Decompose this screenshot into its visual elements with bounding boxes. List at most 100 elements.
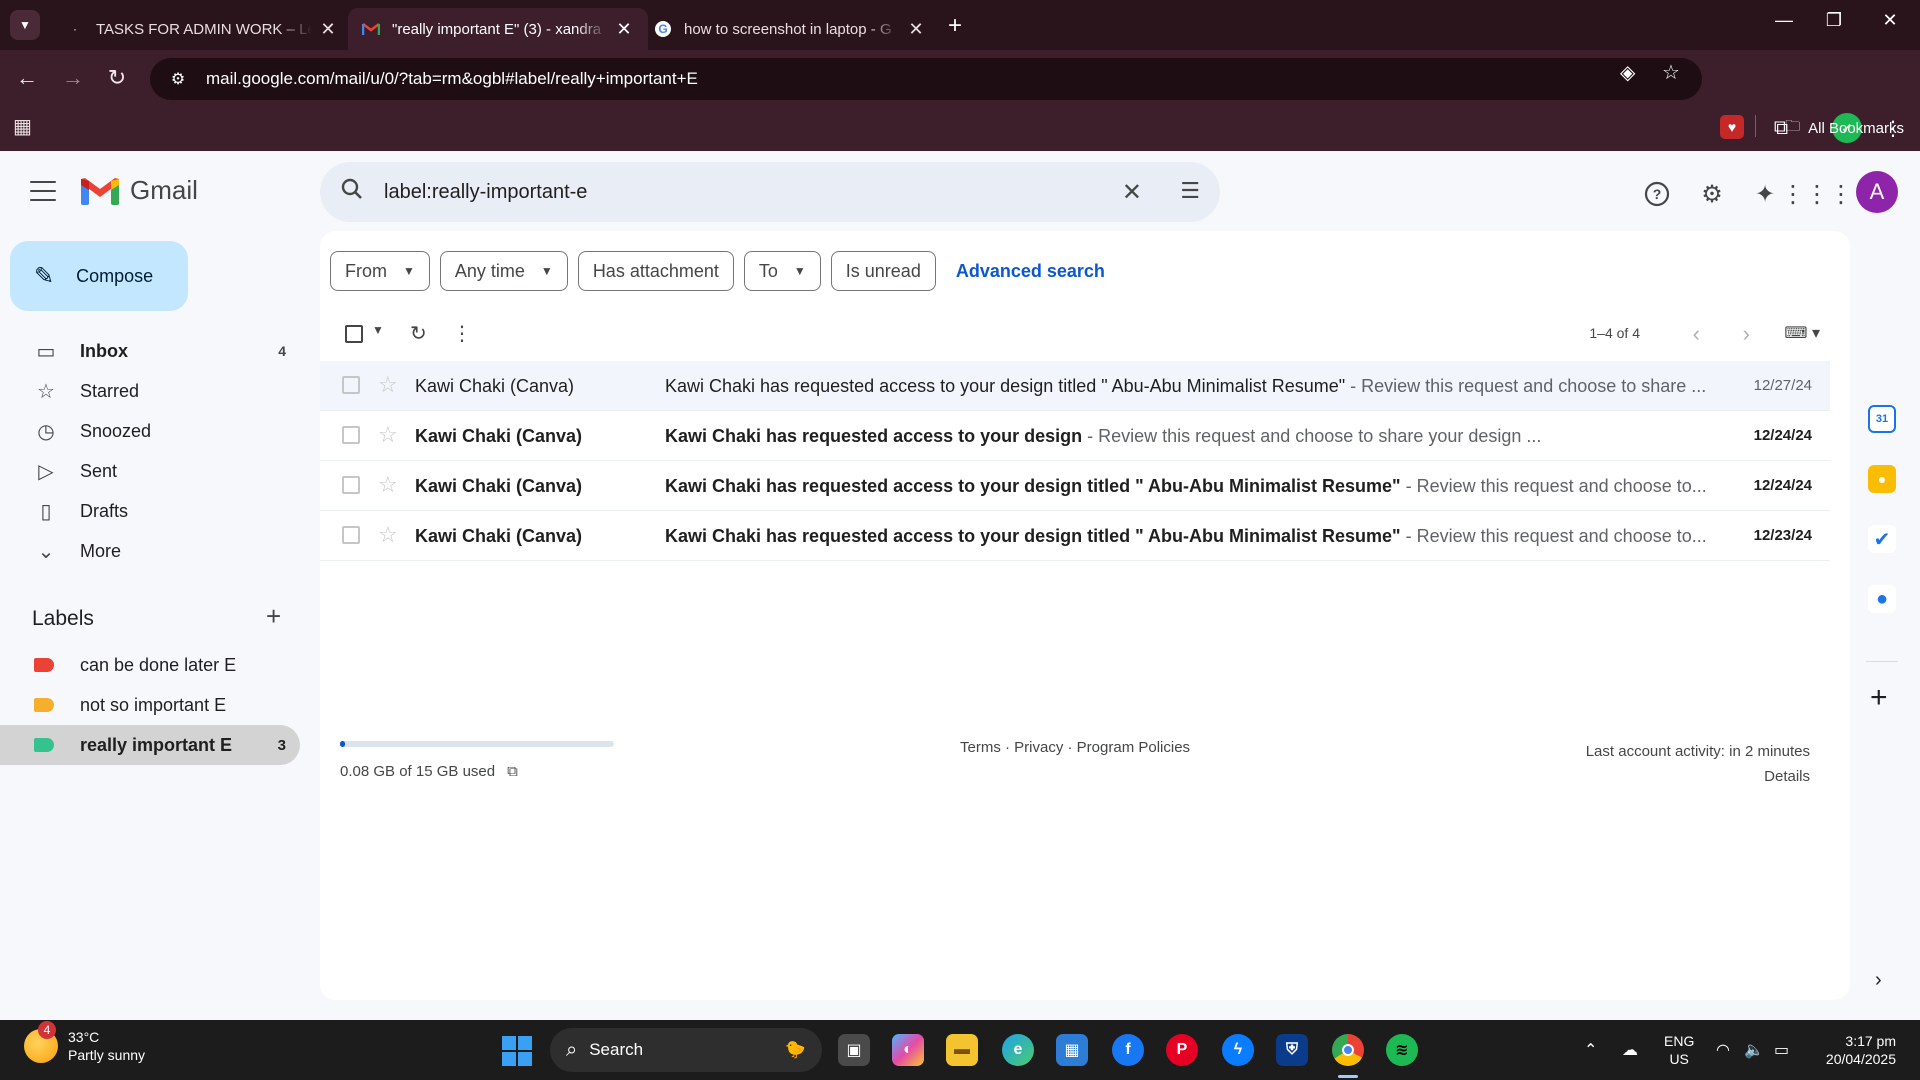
- email-row[interactable]: ☆ Kawi Chaki (Canva) Kawi Chaki has requ…: [320, 511, 1830, 561]
- restore-button[interactable]: ❐: [1814, 10, 1854, 31]
- back-button[interactable]: ←: [12, 65, 42, 91]
- pocket-extension-icon[interactable]: ♥: [1720, 115, 1744, 139]
- url-text[interactable]: mail.google.com/mail/u/0/?tab=rm&ogbl#la…: [206, 69, 698, 89]
- newer-page-icon[interactable]: ›: [1743, 321, 1750, 347]
- new-tab-button[interactable]: +: [948, 12, 962, 40]
- star-icon[interactable]: ☆: [378, 422, 398, 448]
- get-addons-icon[interactable]: +: [1870, 681, 1888, 715]
- account-avatar[interactable]: A: [1856, 171, 1898, 213]
- nav-item-snoozed[interactable]: ◷ Snoozed: [0, 411, 300, 451]
- search-icon[interactable]: [340, 177, 370, 207]
- tab-search-button[interactable]: ▼: [10, 10, 40, 40]
- google-apps-icon[interactable]: ⋮⋮⋮: [1781, 177, 1853, 211]
- chrome-icon[interactable]: [1332, 1034, 1364, 1066]
- footer-links[interactable]: Terms · Privacy · Program Policies: [960, 739, 1190, 756]
- main-menu-icon[interactable]: [30, 181, 56, 201]
- gmail-logo[interactable]: Gmail: [80, 175, 198, 206]
- gemini-sparkle-icon[interactable]: ✦: [1748, 177, 1782, 211]
- system-clock[interactable]: 3:17 pm 20/04/2025: [1826, 1032, 1896, 1068]
- help-icon[interactable]: ?: [1640, 177, 1674, 211]
- taskbar-search[interactable]: ⌕ Search 🐤: [550, 1028, 822, 1072]
- edge-icon[interactable]: e: [1002, 1034, 1034, 1066]
- apps-grid-icon[interactable]: ▦: [13, 114, 32, 139]
- bookmark-star-icon[interactable]: ☆: [1662, 60, 1680, 85]
- contacts-icon[interactable]: ●: [1868, 585, 1896, 613]
- address-bar[interactable]: ⚙ mail.google.com/mail/u/0/?tab=rm&ogbl#…: [150, 58, 1702, 100]
- minimize-button[interactable]: —: [1764, 10, 1804, 31]
- row-checkbox[interactable]: [342, 526, 360, 544]
- compose-button[interactable]: ✎ Compose: [10, 241, 188, 311]
- star-icon[interactable]: ☆: [378, 372, 398, 398]
- nav-item-sent[interactable]: ▷ Sent: [0, 451, 300, 491]
- copilot-icon[interactable]: ◐: [892, 1034, 924, 1066]
- search-input[interactable]: [384, 180, 1084, 204]
- reload-button[interactable]: ↻: [102, 65, 132, 91]
- more-actions-icon[interactable]: ⋮: [452, 321, 472, 346]
- nav-item-more[interactable]: ⌄ More: [0, 531, 300, 571]
- messenger-icon[interactable]: ϟ: [1222, 1034, 1254, 1066]
- all-bookmarks-button[interactable]: 🗀 All Bookmarks: [1785, 116, 1904, 141]
- tasks-icon[interactable]: ✔: [1868, 525, 1896, 553]
- show-side-panel-icon[interactable]: ›: [1875, 969, 1882, 992]
- email-row[interactable]: ☆ Kawi Chaki (Canva) Kawi Chaki has requ…: [320, 361, 1830, 411]
- nav-item-inbox[interactable]: ▭ Inbox 4: [0, 331, 300, 371]
- lens-icon[interactable]: ◈: [1620, 60, 1635, 85]
- star-icon[interactable]: ☆: [378, 522, 398, 548]
- onedrive-icon[interactable]: ☁: [1622, 1040, 1638, 1060]
- select-dropdown-icon[interactable]: ▼: [372, 323, 384, 337]
- input-tools-icon[interactable]: ⌨ ▾: [1784, 323, 1820, 343]
- filter-from[interactable]: From ▼: [330, 251, 430, 291]
- details-link[interactable]: Details: [1586, 764, 1810, 789]
- row-checkbox[interactable]: [342, 426, 360, 444]
- battery-icon[interactable]: ▭: [1774, 1040, 1789, 1060]
- defender-icon[interactable]: ⛨: [1276, 1034, 1308, 1066]
- weather-widget[interactable]: 4 33°C Partly sunny: [24, 1021, 145, 1064]
- file-explorer-icon[interactable]: ▬: [946, 1034, 978, 1066]
- start-windows-icon[interactable]: [502, 1036, 532, 1066]
- close-icon[interactable]: ✕: [906, 19, 926, 40]
- filter-is-unread[interactable]: Is unread: [830, 251, 936, 291]
- older-page-icon[interactable]: ‹: [1693, 321, 1700, 347]
- email-row[interactable]: ☆ Kawi Chaki (Canva) Kawi Chaki has requ…: [320, 411, 1830, 461]
- window-close-button[interactable]: ✕: [1870, 10, 1910, 31]
- tab-gmail[interactable]: "really important E" (3) - xandra ✕: [348, 8, 648, 50]
- external-link-icon[interactable]: ⧉: [507, 763, 518, 780]
- pinterest-icon[interactable]: P: [1166, 1034, 1198, 1066]
- email-row[interactable]: ☆ Kawi Chaki (Canva) Kawi Chaki has requ…: [320, 461, 1830, 511]
- spotify-icon[interactable]: ≋: [1386, 1034, 1418, 1066]
- forward-button[interactable]: →: [58, 65, 88, 91]
- clear-search-icon[interactable]: ✕: [1122, 178, 1142, 207]
- show-hidden-icons-chevron-icon[interactable]: ⌃: [1584, 1040, 1597, 1060]
- close-icon[interactable]: ✕: [614, 19, 634, 40]
- label-can-be-done-later[interactable]: can be done later E: [0, 645, 300, 685]
- label-not-so-important[interactable]: not so important E: [0, 685, 300, 725]
- store-icon[interactable]: ▦: [1056, 1034, 1088, 1066]
- calendar-icon[interactable]: 31: [1868, 405, 1896, 433]
- site-info-icon[interactable]: ⚙: [158, 69, 198, 89]
- nav-item-starred[interactable]: ☆ Starred: [0, 371, 300, 411]
- nav-item-drafts[interactable]: ▯ Drafts: [0, 491, 300, 531]
- settings-gear-icon[interactable]: ⚙: [1695, 177, 1729, 211]
- filter-to[interactable]: To ▼: [743, 251, 821, 291]
- task-view-icon[interactable]: ▣: [838, 1034, 870, 1066]
- label-really-important[interactable]: really important E 3: [0, 725, 300, 765]
- keep-icon[interactable]: ●: [1868, 465, 1896, 493]
- filter-has-attachment[interactable]: Has attachment: [577, 251, 734, 291]
- refresh-icon[interactable]: ↻: [410, 321, 427, 346]
- language-indicator[interactable]: ENG US: [1664, 1032, 1694, 1068]
- row-checkbox[interactable]: [342, 376, 360, 394]
- star-icon[interactable]: ☆: [378, 472, 398, 498]
- volume-icon[interactable]: 🔈: [1744, 1040, 1764, 1060]
- advanced-search-link[interactable]: Advanced search: [956, 261, 1105, 282]
- facebook-icon[interactable]: f: [1112, 1034, 1144, 1066]
- add-label-button[interactable]: +: [266, 601, 281, 632]
- filter-any-time[interactable]: Any time ▼: [439, 251, 568, 291]
- row-checkbox[interactable]: [342, 476, 360, 494]
- tab-google-search[interactable]: G how to screenshot in laptop - G ✕: [640, 8, 940, 50]
- search-bar[interactable]: ✕ ☰: [320, 162, 1220, 222]
- wifi-icon[interactable]: ◠: [1716, 1040, 1730, 1060]
- close-icon[interactable]: ✕: [318, 19, 338, 40]
- search-options-icon[interactable]: ☰: [1180, 178, 1200, 204]
- tab-tasks-admin[interactable]: · TASKS FOR ADMIN WORK – Lea ✕: [52, 8, 352, 50]
- select-all-checkbox[interactable]: [345, 325, 363, 343]
